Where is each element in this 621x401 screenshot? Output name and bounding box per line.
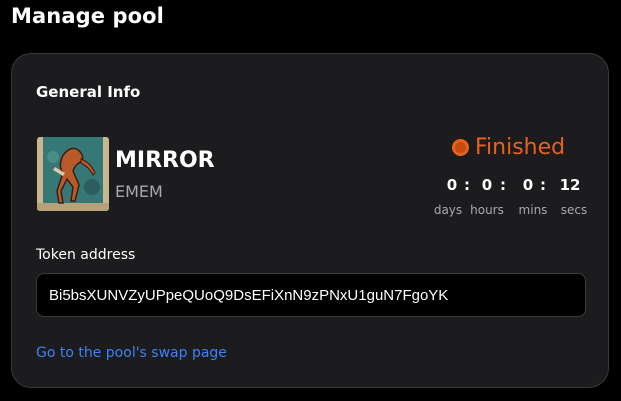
section-title: General Info	[36, 83, 141, 101]
swap-page-link[interactable]: Go to the pool's swap page	[36, 345, 227, 361]
countdown-label-days: days	[433, 203, 463, 217]
countdown-label-secs: secs	[560, 203, 588, 217]
token-address-label: Token address	[36, 247, 136, 263]
status-label: Finished	[475, 135, 566, 160]
status-dot-icon	[452, 139, 469, 156]
token-symbol: EMEM	[115, 182, 163, 201]
general-info-card: General Info MIRROR EMEM Finished 0 : 0 …	[11, 53, 609, 388]
countdown-separator: :	[464, 176, 470, 194]
page-title: Manage pool	[11, 4, 164, 28]
countdown-secs: 12	[559, 176, 581, 194]
countdown-timer: 0 : 0 : 0 : 12 days hours mins secs	[428, 174, 592, 222]
status-badge: Finished	[452, 135, 565, 160]
token-address-field[interactable]	[36, 273, 586, 317]
token-image	[37, 137, 109, 211]
countdown-label-mins: mins	[518, 203, 548, 217]
token-name: MIRROR	[115, 148, 215, 173]
countdown-separator: :	[540, 176, 546, 194]
countdown-separator: :	[500, 176, 506, 194]
countdown-label-hours: hours	[470, 203, 504, 217]
